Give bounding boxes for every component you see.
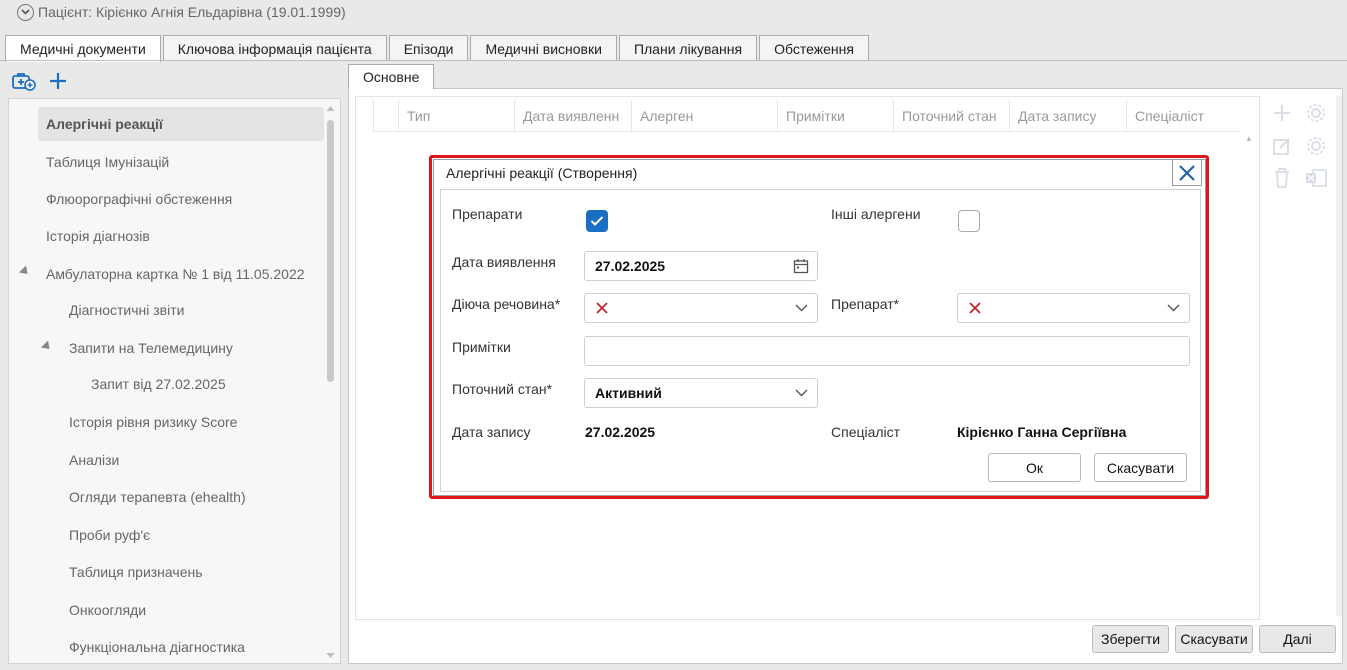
tree-scrollbar[interactable] [325, 104, 336, 660]
footer-buttons: Зберегти Скасувати Далі [1092, 625, 1336, 653]
save-button[interactable]: Зберегти [1092, 625, 1169, 653]
tree-item-request-date[interactable]: Запит від 27.02.2025 [91, 367, 226, 401]
trash-icon[interactable] [1268, 165, 1296, 191]
tree-item-ruffier-tests[interactable]: Проби руф'є [69, 518, 150, 552]
tree-item-fluorography[interactable]: Флюорографічні обстеження [46, 182, 232, 216]
tree-item-diagnostic-reports[interactable]: Діагностичні звіти [69, 293, 184, 327]
expand-arrow-icon[interactable] [18, 265, 32, 278]
tab-main[interactable]: Основне [348, 64, 435, 89]
add-medical-record-icon[interactable] [12, 70, 36, 92]
tab-divider [0, 60, 1347, 61]
tree-item-telemedicine-requests[interactable]: Запити на Телемедицину [69, 331, 233, 365]
scrollbar-thumb[interactable] [327, 120, 334, 382]
content-scrollbar[interactable] [1336, 96, 1342, 616]
tab-medical-documents[interactable]: Медичні документи [5, 35, 161, 62]
column-current-state[interactable]: Поточний стан [893, 100, 1009, 132]
patient-name-label: Пацієнт: Кірієнко Агнія Ельдарівна (19.0… [38, 4, 346, 20]
tree-item-score-risk-history[interactable]: Історія рівня ризику Score [69, 405, 237, 439]
collapse-chevron-icon[interactable] [17, 3, 34, 21]
grid-header: Тип Дата виявленн Алерген Примітки Поточ… [373, 100, 1240, 132]
tree-item-oncology-reviews[interactable]: Онкоогляди [69, 593, 146, 627]
document-tree: Алергічні реакції Таблиця Імунізацій Флю… [8, 98, 341, 664]
gear-icon[interactable] [1302, 100, 1330, 126]
add-row-icon[interactable] [1268, 100, 1296, 126]
top-tab-bar: Медичні документи Ключова інформація пац… [5, 35, 871, 62]
tree-item-analyses[interactable]: Аналізи [69, 443, 119, 477]
tree-item-outpatient-card[interactable]: Амбулаторна картка № 1 від 11.05.2022 [46, 257, 305, 291]
column-specialist[interactable]: Спеціаліст [1126, 100, 1240, 132]
excel-export-icon[interactable] [1302, 165, 1330, 191]
add-icon[interactable] [46, 70, 70, 92]
patient-header: Пацієнт: Кірієнко Агнія Ельдарівна (19.0… [0, 0, 1347, 24]
tab-treatment-plans[interactable]: Плани лікування [618, 35, 758, 61]
grid-header-spacer [373, 100, 398, 132]
tab-medical-conclusions[interactable]: Медичні висновки [470, 35, 617, 61]
highlight-frame [429, 155, 1209, 499]
tree-toolbar [12, 70, 70, 92]
tree-item-allergic-reactions[interactable]: Алергічні реакції [38, 107, 324, 141]
tab-episodes[interactable]: Епізоди [388, 35, 469, 61]
column-record-date[interactable]: Дата запису [1009, 100, 1126, 132]
tab-key-patient-info[interactable]: Ключова інформація пацієнта [162, 35, 387, 61]
column-allergen[interactable]: Алерген [631, 100, 777, 132]
tree-item-therapist-reviews[interactable]: Огляди терапевта (ehealth) [69, 480, 246, 514]
tab-examinations[interactable]: Обстеження [759, 35, 869, 61]
scroll-up-arrow-icon[interactable]: ▲ [1245, 134, 1253, 143]
tree-item-prescriptions-table[interactable]: Таблиця призначень [69, 555, 203, 589]
tree-item-functional-diagnostics[interactable]: Функціональна діагностика [69, 630, 245, 664]
cancel-button[interactable]: Скасувати [1175, 625, 1253, 653]
column-detection-date[interactable]: Дата виявленн [514, 100, 631, 132]
expand-arrow-icon[interactable] [40, 340, 54, 353]
tree-item-immunization-table[interactable]: Таблиця Імунізацій [46, 145, 169, 179]
gear-icon[interactable] [1302, 133, 1330, 159]
edit-icon[interactable] [1268, 133, 1296, 159]
column-type[interactable]: Тип [398, 100, 514, 132]
column-notes[interactable]: Примітки [777, 100, 893, 132]
tree-item-diagnosis-history[interactable]: Історія діагнозів [46, 219, 150, 253]
next-button[interactable]: Далі [1259, 625, 1336, 653]
